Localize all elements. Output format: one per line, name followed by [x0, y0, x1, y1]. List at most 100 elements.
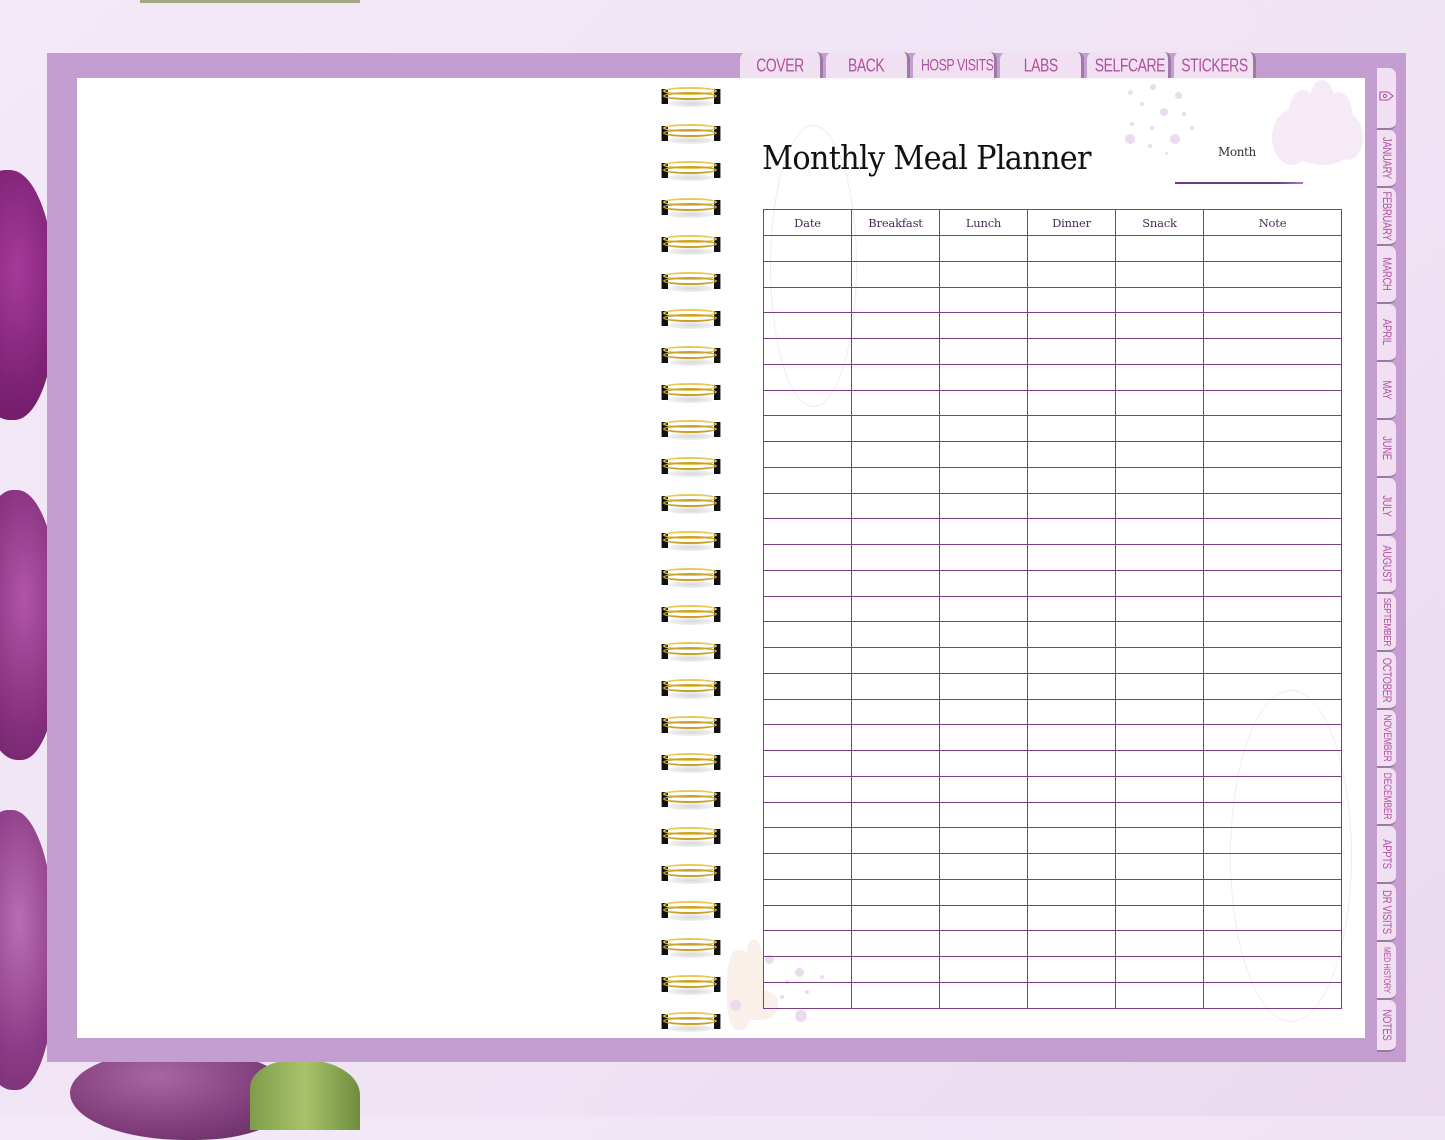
cell-breakfast[interactable]	[851, 363, 940, 391]
cell-date[interactable]	[763, 672, 852, 700]
cell-note[interactable]	[1203, 518, 1342, 545]
cell-note[interactable]	[1203, 801, 1342, 829]
cell-date[interactable]	[763, 389, 852, 417]
cell-dinner[interactable]	[1027, 827, 1116, 854]
cell-lunch[interactable]	[939, 312, 1028, 339]
cell-note[interactable]	[1203, 672, 1342, 700]
cell-breakfast[interactable]	[851, 853, 940, 880]
cell-dinner[interactable]	[1027, 415, 1116, 442]
cell-date[interactable]	[763, 750, 852, 777]
cell-breakfast[interactable]	[851, 595, 940, 623]
cell-date[interactable]	[763, 904, 852, 932]
cell-dinner[interactable]	[1027, 801, 1116, 829]
cell-breakfast[interactable]	[851, 672, 940, 700]
tab-cover[interactable]: COVER	[740, 51, 823, 79]
cell-snack[interactable]	[1115, 518, 1204, 545]
cell-lunch[interactable]	[939, 647, 1028, 674]
cell-snack[interactable]	[1115, 930, 1204, 957]
cell-snack[interactable]	[1115, 698, 1204, 726]
cell-dinner[interactable]	[1027, 981, 1116, 1009]
cell-breakfast[interactable]	[851, 878, 940, 906]
cell-breakfast[interactable]	[851, 415, 940, 442]
cell-note[interactable]	[1203, 466, 1342, 494]
cell-dinner[interactable]	[1027, 260, 1116, 288]
cell-date[interactable]	[763, 415, 852, 442]
cell-breakfast[interactable]	[851, 698, 940, 726]
cell-note[interactable]	[1203, 647, 1342, 674]
cell-date[interactable]	[763, 286, 852, 314]
cell-breakfast[interactable]	[851, 466, 940, 494]
cell-snack[interactable]	[1115, 441, 1204, 468]
cell-note[interactable]	[1203, 569, 1342, 597]
cell-snack[interactable]	[1115, 595, 1204, 623]
cell-breakfast[interactable]	[851, 286, 940, 314]
cell-lunch[interactable]	[939, 853, 1028, 880]
cell-date[interactable]	[763, 492, 852, 520]
side-tab-may[interactable]: MAY	[1377, 362, 1396, 420]
cell-note[interactable]	[1203, 286, 1342, 314]
cell-date[interactable]	[763, 312, 852, 339]
cell-dinner[interactable]	[1027, 878, 1116, 906]
cell-note[interactable]	[1203, 956, 1342, 983]
cell-lunch[interactable]	[939, 466, 1028, 494]
cell-breakfast[interactable]	[851, 981, 940, 1009]
cell-dinner[interactable]	[1027, 647, 1116, 674]
cell-dinner[interactable]	[1027, 338, 1116, 365]
cell-breakfast[interactable]	[851, 569, 940, 597]
cell-breakfast[interactable]	[851, 235, 940, 262]
cell-note[interactable]	[1203, 441, 1342, 468]
tab-hosp-visits[interactable]: HOSP VISITS	[913, 51, 997, 79]
side-tab-august[interactable]: AUGUST	[1377, 536, 1396, 594]
cell-date[interactable]	[763, 595, 852, 623]
cell-note[interactable]	[1203, 544, 1342, 571]
cell-breakfast[interactable]	[851, 544, 940, 571]
cell-breakfast[interactable]	[851, 956, 940, 983]
cell-lunch[interactable]	[939, 878, 1028, 906]
cell-note[interactable]	[1203, 595, 1342, 623]
side-tab-november[interactable]: NOVEMBER	[1377, 710, 1396, 768]
cell-lunch[interactable]	[939, 621, 1028, 648]
cell-snack[interactable]	[1115, 235, 1204, 262]
side-tab-september[interactable]: SEPTEMBER	[1377, 594, 1396, 652]
cell-lunch[interactable]	[939, 286, 1028, 314]
cell-breakfast[interactable]	[851, 260, 940, 288]
cell-date[interactable]	[763, 930, 852, 957]
cell-breakfast[interactable]	[851, 338, 940, 365]
cell-snack[interactable]	[1115, 492, 1204, 520]
cell-snack[interactable]	[1115, 286, 1204, 314]
cell-note[interactable]	[1203, 853, 1342, 880]
cell-date[interactable]	[763, 801, 852, 829]
cell-snack[interactable]	[1115, 569, 1204, 597]
cell-snack[interactable]	[1115, 312, 1204, 339]
cell-note[interactable]	[1203, 312, 1342, 339]
cell-date[interactable]	[763, 724, 852, 751]
side-tab-med-history[interactable]: MED HISTORY	[1377, 942, 1396, 1000]
cell-note[interactable]	[1203, 904, 1342, 932]
cell-date[interactable]	[763, 827, 852, 854]
cell-note[interactable]	[1203, 930, 1342, 957]
cell-breakfast[interactable]	[851, 904, 940, 932]
cell-lunch[interactable]	[939, 750, 1028, 777]
cell-dinner[interactable]	[1027, 466, 1116, 494]
cell-lunch[interactable]	[939, 724, 1028, 751]
cell-dinner[interactable]	[1027, 286, 1116, 314]
cell-note[interactable]	[1203, 775, 1342, 803]
cell-dinner[interactable]	[1027, 775, 1116, 803]
cell-date[interactable]	[763, 647, 852, 674]
cell-lunch[interactable]	[939, 930, 1028, 957]
cell-lunch[interactable]	[939, 389, 1028, 417]
cell-dinner[interactable]	[1027, 956, 1116, 983]
side-tab-dr-visits[interactable]: DR VISITS	[1377, 884, 1396, 942]
cell-lunch[interactable]	[939, 338, 1028, 365]
cell-lunch[interactable]	[939, 518, 1028, 545]
cell-date[interactable]	[763, 698, 852, 726]
cell-dinner[interactable]	[1027, 672, 1116, 700]
cell-breakfast[interactable]	[851, 647, 940, 674]
cell-dinner[interactable]	[1027, 569, 1116, 597]
cell-snack[interactable]	[1115, 801, 1204, 829]
cell-lunch[interactable]	[939, 415, 1028, 442]
cell-dinner[interactable]	[1027, 312, 1116, 339]
cell-note[interactable]	[1203, 235, 1342, 262]
cell-date[interactable]	[763, 235, 852, 262]
cell-dinner[interactable]	[1027, 389, 1116, 417]
